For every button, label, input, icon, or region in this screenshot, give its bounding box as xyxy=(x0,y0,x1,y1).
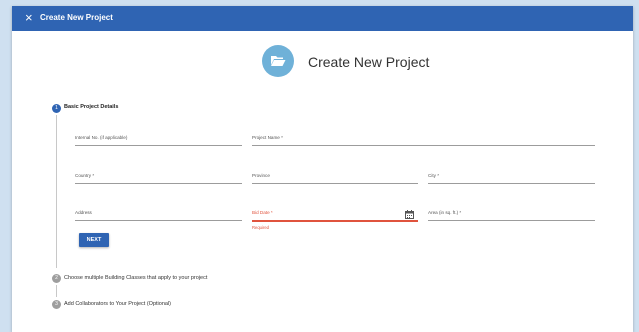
calendar-icon[interactable] xyxy=(405,210,414,219)
step-connector-line xyxy=(56,285,57,297)
folder-open-icon xyxy=(262,45,294,77)
step-3-indicator: 3 xyxy=(52,300,61,309)
page-title: Create New Project xyxy=(308,54,430,70)
step-2-label[interactable]: Choose multiple Building Classes that ap… xyxy=(64,275,207,281)
close-icon[interactable]: × xyxy=(25,11,33,25)
step-1-indicator: 1 xyxy=(52,104,61,113)
country-field[interactable] xyxy=(75,183,242,184)
address-field[interactable] xyxy=(75,220,242,221)
title-bar: × Create New Project xyxy=(12,6,633,31)
next-button[interactable]: NEXT xyxy=(79,233,109,247)
step-connector-line xyxy=(56,115,57,268)
project-name-field[interactable] xyxy=(252,145,595,146)
province-label: Province xyxy=(252,173,270,178)
project-name-label: Project Name * xyxy=(252,135,283,140)
internal-no-field[interactable] xyxy=(75,145,242,146)
internal-no-label: Internal No. (if applicable) xyxy=(75,135,128,140)
city-field[interactable] xyxy=(428,183,595,184)
create-project-dialog: × Create New Project Create New Project … xyxy=(12,6,633,332)
area-label: Area (in sq. ft.) * xyxy=(428,210,462,215)
area-field[interactable] xyxy=(428,220,595,221)
step-1-label[interactable]: Basic Project Details xyxy=(64,104,118,110)
city-label: City * xyxy=(428,173,439,178)
step-2-indicator: 2 xyxy=(52,274,61,283)
step-3-label[interactable]: Add Collaborators to Your Project (Optio… xyxy=(64,301,171,307)
bid-date-error: Required xyxy=(252,225,269,230)
province-field[interactable] xyxy=(252,183,418,184)
window-title: Create New Project xyxy=(40,13,113,22)
bid-date-label: Bid Date * xyxy=(252,210,273,215)
bid-date-field[interactable] xyxy=(252,220,418,222)
country-label: Country * xyxy=(75,173,95,178)
address-label: Address xyxy=(75,210,92,215)
